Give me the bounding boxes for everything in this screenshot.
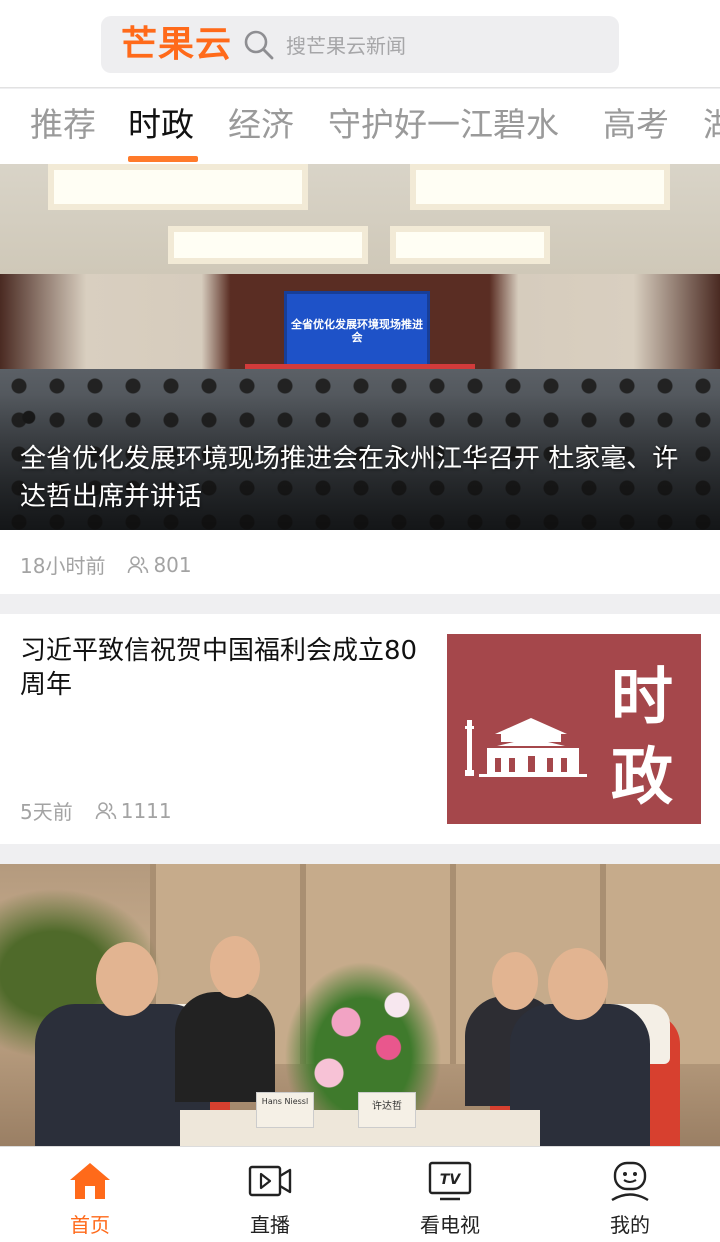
- publish-time: 18小时前: [20, 554, 106, 578]
- news-card[interactable]: 习近平致信祝贺中国福利会成立80周年 5天前 1111 时 政: [0, 614, 720, 844]
- search-bar[interactable]: 芒果云 搜芒果云新闻: [101, 16, 619, 73]
- news-card-photo[interactable]: Hans Niessl 许达哲: [0, 864, 720, 1146]
- featured-headline: 全省优化发展环境现场推进会在永州江华召开 杜家毫、许达哲出席并讲话: [20, 444, 679, 512]
- viewers-icon: [128, 555, 149, 573]
- nameplate-right: 许达哲: [358, 1092, 416, 1128]
- politics-thumbnail: 时 政: [447, 634, 701, 824]
- nav-profile-label: 我的: [610, 1213, 650, 1237]
- nav-tv[interactable]: TV 看电视: [360, 1147, 540, 1242]
- thumb-char-2: 政: [610, 740, 673, 813]
- view-count: 1111: [120, 798, 172, 823]
- news-meta: 18小时前 801: [20, 550, 192, 579]
- news-meta: 5天前 1111: [20, 796, 172, 825]
- search-placeholder[interactable]: 搜芒果云新闻: [286, 30, 406, 59]
- nameplate-left: Hans Niessl: [256, 1092, 314, 1128]
- channel-tabs: 推荐 时政 经济 守护好一江碧水 高考 湖: [0, 89, 720, 164]
- conference-photo: 全省优化发展环境现场推进会 全省优化发展环境现场推进会在永州江华召开 杜家毫、许…: [0, 164, 720, 530]
- tab-gaokao[interactable]: 高考: [603, 104, 669, 146]
- active-tab-indicator: [128, 156, 198, 162]
- search-icon: [242, 28, 276, 62]
- publish-time: 5天前: [20, 800, 73, 824]
- stage-screen: 全省优化发展环境现场推进会: [284, 291, 430, 371]
- tiananmen-icon: [465, 718, 587, 777]
- app-logo: 芒果云: [121, 23, 233, 65]
- view-count: 801: [153, 552, 192, 577]
- nav-profile[interactable]: 我的: [540, 1147, 720, 1242]
- nav-tv-label: 看电视: [420, 1213, 480, 1237]
- profile-icon: [611, 1161, 649, 1202]
- home-icon: [70, 1163, 110, 1199]
- tab-river[interactable]: 守护好一江碧水: [328, 104, 559, 146]
- news-card-featured[interactable]: 全省优化发展环境现场推进会 全省优化发展环境现场推进会在永州江华召开 杜家毫、许…: [0, 164, 720, 594]
- top-header: 芒果云 搜芒果云新闻: [0, 0, 720, 88]
- news-headline: 习近平致信祝贺中国福利会成立80周年: [20, 636, 418, 700]
- viewers-icon: [95, 801, 117, 819]
- nav-home-label: 首页: [70, 1213, 110, 1237]
- thumb-char-1: 时: [610, 660, 673, 733]
- tab-economy[interactable]: 经济: [228, 104, 294, 146]
- tab-politics[interactable]: 时政: [128, 104, 194, 146]
- live-icon: [248, 1165, 292, 1197]
- tab-hunan[interactable]: 湖: [703, 104, 720, 146]
- tab-recommend[interactable]: 推荐: [30, 104, 96, 146]
- nav-home[interactable]: 首页: [0, 1147, 180, 1242]
- tv-icon: TV: [428, 1161, 472, 1201]
- bottom-navigation: 首页 直播 TV 看电视 我的: [0, 1146, 720, 1242]
- nav-live-label: 直播: [250, 1213, 290, 1237]
- meeting-photo: Hans Niessl 许达哲: [0, 864, 720, 1146]
- nav-live[interactable]: 直播: [180, 1147, 360, 1242]
- svg-text:TV: TV: [440, 1172, 462, 1188]
